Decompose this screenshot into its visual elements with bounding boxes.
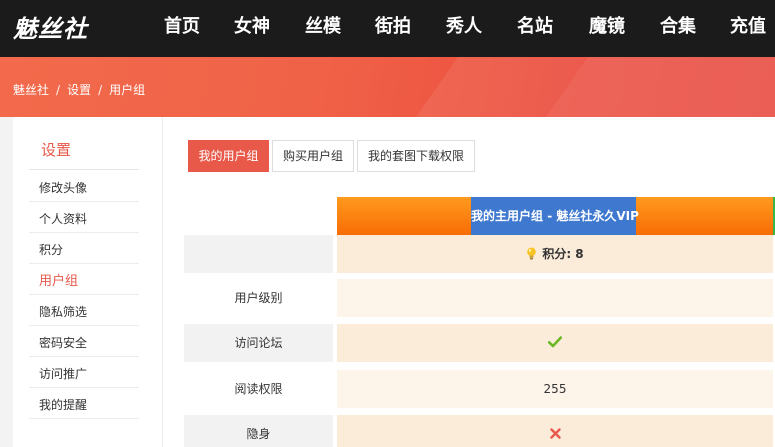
points-row-label — [184, 235, 333, 273]
row-label-level: 用户级别 — [234, 291, 283, 305]
tab-buy-usergroup[interactable]: 购买用户组 — [272, 140, 354, 172]
points-row-value: 积分: 8 — [337, 235, 773, 273]
breadcrumb: 魅丝社 / 设置 / 用户组 — [13, 81, 145, 98]
sidebar-item-profile[interactable]: 个人资料 — [29, 202, 139, 233]
nav-item-xiuren[interactable]: 秀人 — [446, 12, 482, 38]
tab-download-permissions[interactable]: 我的套图下载权限 — [357, 140, 475, 172]
usergroup-table: 我的主用户组 - 魅丝社永久VIP 积分: 8 用户级别 访问论坛 阅读权限 2… — [184, 195, 775, 447]
breadcrumb-current: 用户组 — [109, 83, 146, 97]
page-banner: 魅丝社 / 设置 / 用户组 — [0, 57, 775, 117]
sidebar-title: 设置 — [41, 141, 72, 159]
tab-my-usergroup[interactable]: 我的用户组 — [188, 140, 269, 172]
sidebar-item-label: 个人资料 — [39, 212, 88, 226]
check-icon — [548, 336, 562, 348]
breadcrumb-separator: / — [98, 83, 103, 97]
settings-sidebar: 设置 修改头像 个人资料 积分 用户组 隐私筛选 密码安全 访问推广 我的提醒 — [13, 117, 163, 447]
row-value-read-permission: 255 — [337, 370, 773, 408]
group-header: 我的主用户组 - 魅丝社永久VIP — [337, 197, 773, 235]
group-header-title: 我的主用户组 - 魅丝社永久VIP — [471, 209, 639, 223]
row-value-forum-access — [337, 324, 773, 362]
cross-icon — [549, 428, 561, 439]
nav-item-recharge[interactable]: 充值 — [730, 12, 766, 38]
settings-panel: 设置 修改头像 个人资料 积分 用户组 隐私筛选 密码安全 访问推广 我的提醒 … — [13, 117, 775, 447]
site-logo[interactable]: 魅丝社 — [13, 9, 88, 44]
sidebar-divider — [29, 169, 139, 170]
sidebar-item-points[interactable]: 积分 — [29, 233, 139, 264]
nav-item-collection[interactable]: 合集 — [660, 12, 696, 38]
sidebar-item-privacy[interactable]: 隐私筛选 — [29, 295, 139, 326]
points-value: 积分: 8 — [542, 247, 584, 261]
row-label-invisible: 隐身 — [184, 415, 333, 447]
nav-item-home[interactable]: 首页 — [164, 12, 200, 38]
nav-item-street[interactable]: 街拍 — [375, 12, 411, 38]
row-label-forum-access: 访问论坛 — [184, 324, 333, 362]
sidebar-item-promotion[interactable]: 访问推广 — [29, 357, 139, 388]
sidebar-item-label: 修改头像 — [39, 181, 88, 195]
sidebar-item-usergroup[interactable]: 用户组 — [29, 264, 139, 295]
row-value-level — [337, 279, 773, 317]
sidebar-item-avatar[interactable]: 修改头像 — [29, 171, 139, 202]
sidebar-item-label: 积分 — [39, 243, 64, 257]
breadcrumb-separator: / — [56, 83, 61, 97]
breadcrumb-settings[interactable]: 设置 — [67, 83, 91, 97]
nav-item-goddess[interactable]: 女神 — [234, 12, 270, 38]
sidebar-item-label: 密码安全 — [39, 336, 88, 350]
breadcrumb-site[interactable]: 魅丝社 — [13, 83, 49, 97]
row-label-read-permission: 阅读权限 — [234, 382, 283, 396]
sidebar-item-label: 用户组 — [39, 274, 79, 289]
nav-item-famous-sites[interactable]: 名站 — [517, 12, 553, 38]
top-nav-bar: 魅丝社 首页 女神 丝模 街拍 秀人 名站 魔镜 合集 充值 — [0, 0, 775, 57]
lightbulb-icon — [527, 247, 537, 260]
sidebar-item-notifications[interactable]: 我的提醒 — [29, 388, 139, 419]
sidebar-item-password[interactable]: 密码安全 — [29, 326, 139, 357]
row-value-invisible — [337, 415, 773, 447]
sidebar-item-label: 访问推广 — [39, 367, 88, 381]
nav-item-silk-model[interactable]: 丝模 — [305, 12, 341, 38]
sidebar-item-label: 我的提醒 — [39, 398, 88, 412]
nav-item-mirror[interactable]: 魔镜 — [589, 12, 625, 38]
sidebar-item-label: 隐私筛选 — [39, 305, 88, 319]
